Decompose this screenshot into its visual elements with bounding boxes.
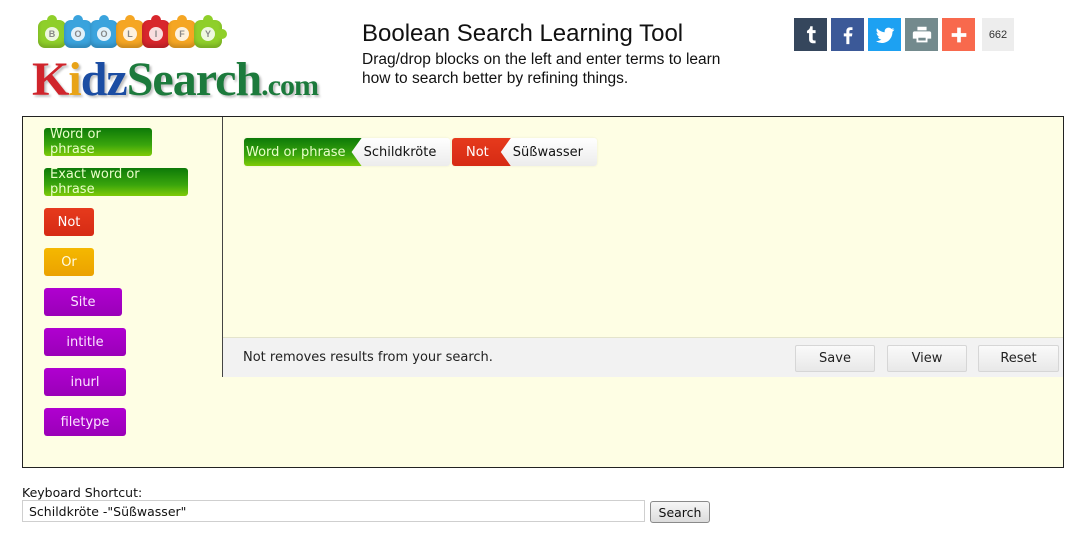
puzzle-piece: I bbox=[142, 15, 175, 48]
query-block-term-input[interactable]: Schildkröte bbox=[351, 138, 451, 166]
query-block-not[interactable]: Not Süßwasser bbox=[452, 138, 597, 166]
palette-block-not[interactable]: Not bbox=[44, 208, 94, 236]
hint-text: Not removes results from your search. bbox=[243, 350, 493, 365]
query-canvas[interactable]: Word or phrase Schildkröte Not Süßwasser bbox=[223, 117, 1063, 337]
puzzle-piece: F bbox=[168, 15, 201, 48]
page-subtitle: Drag/drop blocks on the left and enter t… bbox=[362, 51, 721, 87]
puzzle-letter: L bbox=[123, 27, 137, 41]
facebook-icon bbox=[843, 26, 852, 44]
puzzle-letter: Y bbox=[201, 27, 215, 41]
facebook-share-button[interactable] bbox=[831, 18, 864, 51]
puzzle-piece: L bbox=[116, 15, 149, 48]
logo-letter-k: K bbox=[32, 53, 69, 106]
share-bar: 662 bbox=[794, 18, 1014, 51]
kidzsearch-logo[interactable]: B O O L I F Y KidzSearch.com bbox=[32, 15, 348, 110]
palette-block-or[interactable]: Or bbox=[44, 248, 94, 276]
view-button[interactable]: View bbox=[887, 345, 967, 372]
twitter-share-button[interactable] bbox=[868, 18, 901, 51]
puzzle-piece: Y bbox=[194, 15, 227, 48]
puzzle-piece: O bbox=[90, 15, 123, 48]
palette-block-filetype[interactable]: filetype bbox=[44, 408, 126, 436]
palette-block-word-or-phrase[interactable]: Word or phrase bbox=[44, 127, 152, 157]
save-button[interactable]: Save bbox=[795, 345, 875, 372]
share-count: 662 bbox=[982, 18, 1014, 51]
print-icon bbox=[912, 26, 931, 42]
keyboard-shortcut-label: Keyboard Shortcut: bbox=[22, 485, 143, 500]
puzzle-letter: B bbox=[45, 27, 59, 41]
puzzle-letter: O bbox=[97, 27, 111, 41]
block-palette: Word or phrase Exact word or phrase Not … bbox=[23, 117, 223, 436]
hint-bar: Not removes results from your search. Sa… bbox=[223, 337, 1063, 377]
query-block-operator[interactable]: Word or phrase bbox=[244, 138, 362, 166]
palette-block-site[interactable]: Site bbox=[44, 288, 122, 316]
puzzle-piece: B bbox=[38, 15, 71, 48]
page-title: Boolean Search Learning Tool bbox=[362, 20, 684, 47]
palette-block-intitle[interactable]: intitle bbox=[44, 328, 126, 356]
reset-button[interactable]: Reset bbox=[978, 345, 1059, 372]
twitter-icon bbox=[875, 27, 894, 43]
puzzle-letter: O bbox=[71, 27, 85, 41]
query-block-word-or-phrase[interactable]: Word or phrase Schildkröte bbox=[244, 138, 451, 166]
puzzle-piece: O bbox=[64, 15, 97, 48]
search-button[interactable]: Search bbox=[650, 501, 710, 523]
plus-icon bbox=[951, 27, 966, 42]
puzzle-letter: F bbox=[175, 27, 189, 41]
tumblr-share-button[interactable] bbox=[794, 18, 827, 51]
logo-letter-d: d bbox=[80, 53, 108, 106]
logo-letter-i: i bbox=[68, 53, 81, 106]
logo-letter-z: z bbox=[106, 53, 127, 106]
print-button[interactable] bbox=[905, 18, 938, 51]
puzzle-letter: I bbox=[149, 27, 163, 41]
boolify-puzzle-logo: B O O L I F Y bbox=[38, 15, 227, 56]
logo-wordmark: KidzSearch.com bbox=[32, 52, 319, 114]
logo-word-search: Search bbox=[126, 53, 262, 106]
palette-block-exact-word-or-phrase[interactable]: Exact word or phrase bbox=[44, 167, 188, 197]
more-share-button[interactable] bbox=[942, 18, 975, 51]
workspace: Word or phrase Exact word or phrase Not … bbox=[22, 116, 1064, 468]
logo-domain: .com bbox=[261, 69, 319, 102]
query-block-term-input[interactable]: Süßwasser bbox=[500, 138, 597, 166]
keyboard-shortcut-input[interactable] bbox=[22, 500, 645, 522]
palette-block-inurl[interactable]: inurl bbox=[44, 368, 126, 396]
tumblr-icon bbox=[806, 25, 816, 43]
